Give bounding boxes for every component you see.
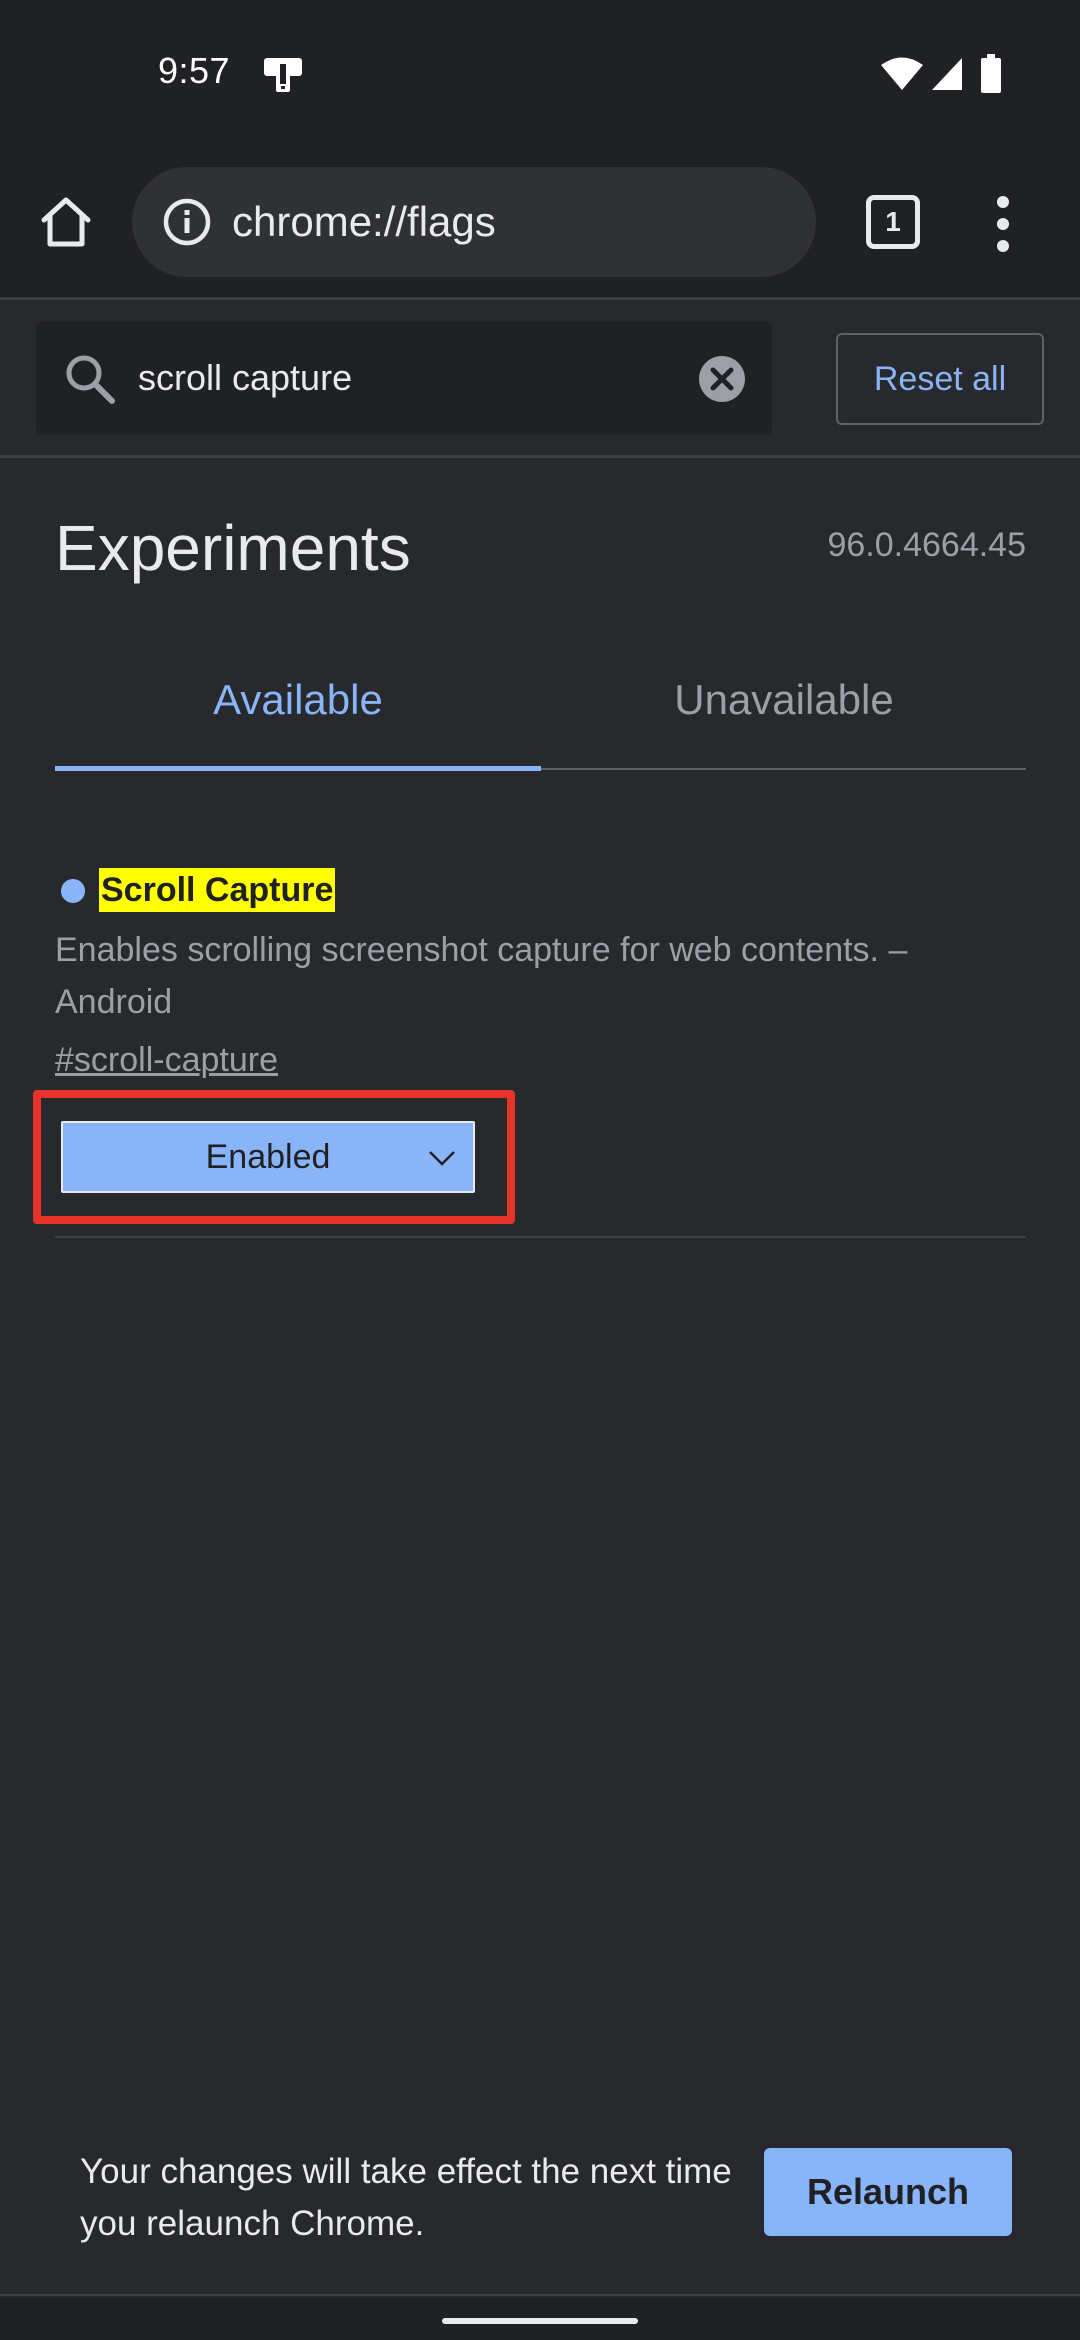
- page-title: Experiments: [55, 512, 411, 584]
- search-area: scroll capture Reset all: [0, 303, 1080, 458]
- selected-value: Enabled: [205, 1138, 331, 1176]
- experiment-status-dot: [61, 879, 85, 903]
- search-value[interactable]: scroll capture: [138, 353, 352, 403]
- relaunch-button[interactable]: Relaunch: [764, 2148, 1012, 2236]
- wifi-icon: [881, 57, 923, 90]
- relaunch-message: Your changes will take effect the next t…: [80, 2152, 732, 2243]
- tab-switcher-button[interactable]: 1: [866, 195, 920, 249]
- search-input[interactable]: scroll capture: [36, 321, 772, 435]
- status-time: 9:57: [158, 50, 231, 91]
- home-icon[interactable]: [38, 194, 94, 250]
- experiment-item: Scroll Capture Enables scrolling screens…: [33, 860, 1026, 1238]
- omnibox[interactable]: chrome://flags: [132, 167, 816, 277]
- info-icon[interactable]: [162, 197, 212, 247]
- tab-unavailable[interactable]: Unavailable: [541, 650, 1027, 770]
- status-bar: 9:57: [0, 0, 1080, 150]
- search-icon: [66, 355, 115, 404]
- navigation-bar: [0, 2298, 1080, 2340]
- relaunch-bar: Your changes will take effect the next t…: [0, 2100, 1080, 2296]
- clear-icon[interactable]: [698, 355, 746, 403]
- reset-all-button[interactable]: Reset all: [836, 333, 1044, 425]
- menu-icon[interactable]: [990, 194, 1016, 254]
- experiment-name: Scroll Capture: [99, 868, 336, 912]
- experiment-link[interactable]: #scroll-capture: [55, 1038, 278, 1082]
- battery-icon: [981, 54, 1001, 93]
- browser-toolbar: chrome://flags 1: [0, 150, 1080, 300]
- tab-available[interactable]: Available: [55, 650, 541, 771]
- experiment-description: Enables scrolling screenshot capture for…: [55, 931, 908, 1021]
- experiment-state-select[interactable]: Enabled: [61, 1121, 475, 1193]
- url-text[interactable]: chrome://flags: [232, 197, 496, 247]
- signal-icon: [932, 58, 962, 90]
- gesture-handle[interactable]: [442, 2318, 638, 2324]
- version-label: 96.0.4664.45: [827, 526, 1026, 564]
- tab-bar: Available Unavailable: [55, 650, 1027, 771]
- notification-icon: [264, 58, 302, 92]
- chevron-down-icon: [429, 1151, 455, 1166]
